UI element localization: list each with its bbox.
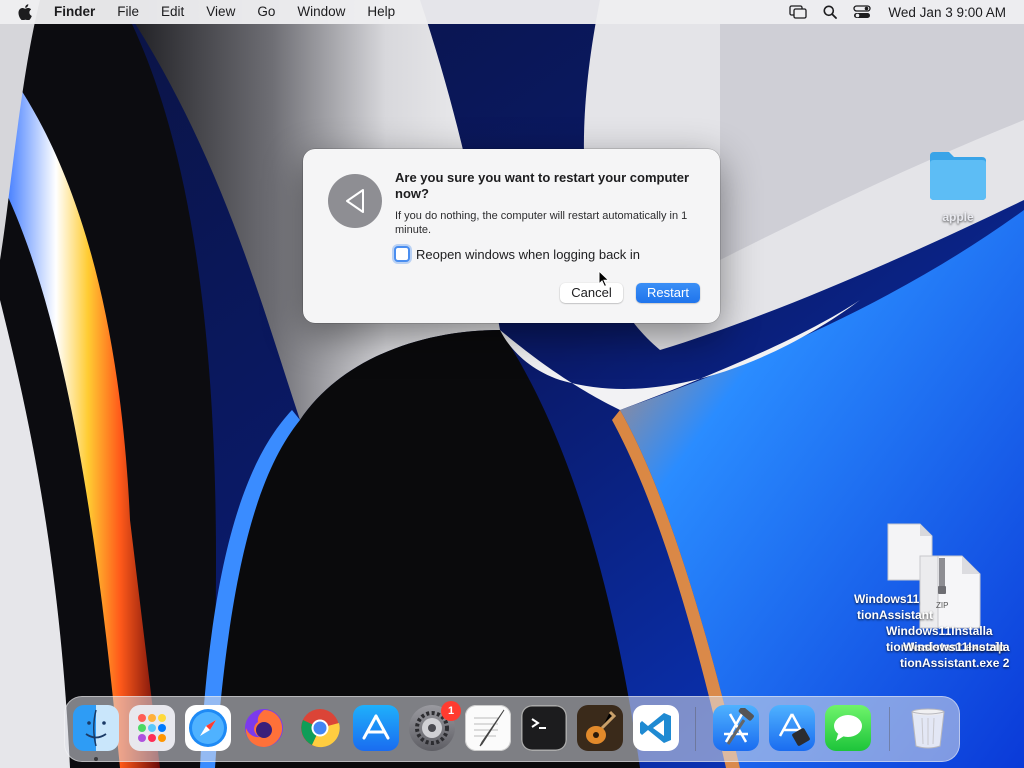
desktop-wallpaper	[0, 0, 1024, 768]
menu-go[interactable]: Go	[246, 0, 286, 24]
menu-edit[interactable]: Edit	[150, 0, 195, 24]
dock-safari-icon[interactable]	[185, 705, 231, 751]
dock-app-store-icon[interactable]	[353, 705, 399, 751]
file3-label-line1: Windows11Installa	[903, 640, 1010, 654]
restart-triangle-icon	[328, 174, 382, 228]
settings-notification-badge: 1	[441, 701, 461, 721]
screen-mirroring-icon[interactable]	[788, 4, 808, 20]
file1-label-line2: tionAssistant	[857, 608, 934, 622]
dock-running-indicator	[94, 757, 98, 761]
folder-label: apple	[942, 210, 974, 224]
dock: 1	[64, 696, 960, 762]
dock-separator	[695, 707, 696, 751]
file2-label-line1: Windows11Installa	[886, 624, 993, 638]
restart-dialog: Are you sure you want to restart your co…	[303, 149, 720, 323]
folder-icon	[930, 152, 986, 200]
menu-clock[interactable]: Wed Jan 3 9:00 AM	[888, 5, 1006, 20]
cancel-button[interactable]: Cancel	[560, 283, 623, 303]
menu-app-name[interactable]: Finder	[54, 0, 106, 24]
dialog-title: Are you sure you want to restart your co…	[395, 170, 690, 201]
control-center-icon[interactable]	[852, 4, 872, 20]
menu-view[interactable]: View	[195, 0, 246, 24]
dialog-message: If you do nothing, the computer will res…	[395, 210, 688, 236]
dock-finder-icon[interactable]	[73, 705, 119, 751]
menu-help[interactable]: Help	[356, 0, 406, 24]
dock-chrome-icon[interactable]	[297, 705, 343, 751]
dock-vscode-icon[interactable]	[633, 705, 679, 751]
restart-button[interactable]: Restart	[636, 283, 700, 303]
file1-label-line1: Windows11	[854, 592, 920, 606]
desktop-folder-apple[interactable]: apple	[920, 150, 996, 224]
dock-separator-trash	[889, 707, 890, 751]
dock-launchpad-icon[interactable]	[129, 705, 175, 751]
dock-trash-icon[interactable]	[905, 705, 951, 751]
file3-label-line2: tionAssistant.exe 2	[900, 656, 1010, 670]
dock-system-settings-icon[interactable]: 1	[409, 701, 461, 751]
dock-terminal-icon[interactable]	[521, 705, 567, 751]
apple-menu-icon[interactable]	[18, 4, 40, 20]
dock-messages-icon[interactable]	[825, 705, 871, 751]
dock-xcode-icon[interactable]	[713, 705, 759, 751]
menu-window[interactable]: Window	[286, 0, 356, 24]
dock-textedit-icon[interactable]	[465, 705, 511, 751]
reopen-windows-option[interactable]: Reopen windows when logging back in	[394, 246, 640, 262]
dock-simulator-icon[interactable]	[769, 705, 815, 751]
reopen-windows-checkbox[interactable]	[394, 246, 410, 262]
menu-file[interactable]: File	[106, 0, 150, 24]
menu-bar: Finder File Edit View Go Window Help Wed…	[0, 0, 1024, 24]
mouse-pointer-icon	[598, 270, 610, 288]
dock-firefox-icon[interactable]	[241, 705, 287, 751]
dock-garageband-icon[interactable]	[577, 705, 623, 751]
reopen-windows-label[interactable]: Reopen windows when logging back in	[416, 247, 640, 262]
spotlight-search-icon[interactable]	[820, 4, 840, 20]
zip-badge: ZIP	[936, 601, 949, 610]
